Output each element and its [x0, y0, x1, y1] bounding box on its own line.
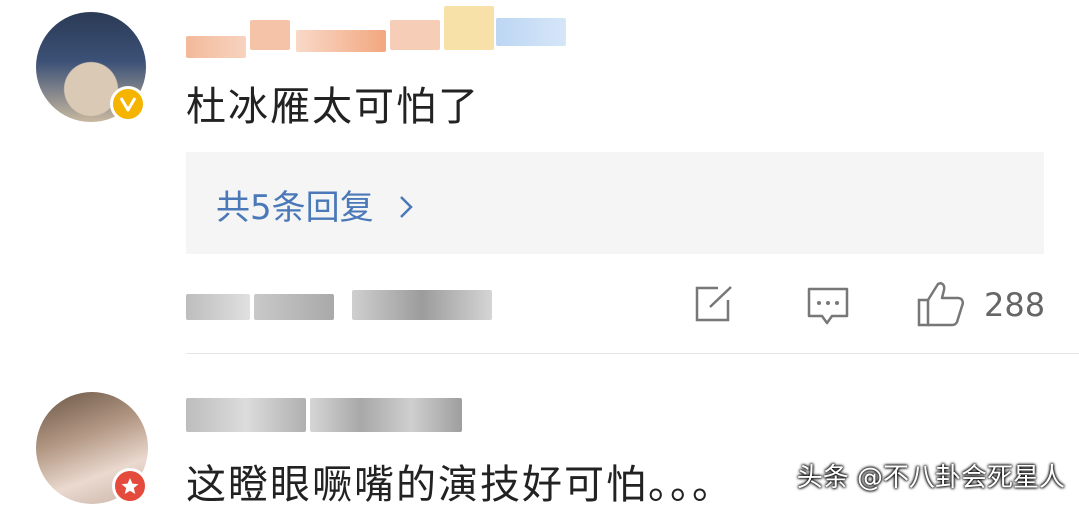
chevron-right-icon	[398, 190, 414, 230]
view-replies-label: 共5条回复	[216, 188, 374, 228]
thumbs-up-icon[interactable]	[916, 280, 966, 332]
watermark: 头条 @不八卦会死星人	[796, 463, 1065, 493]
share-icon[interactable]	[692, 284, 736, 328]
like-count: 288	[984, 286, 1046, 324]
verified-v-icon	[110, 86, 146, 122]
divider	[186, 353, 1079, 354]
comment-text: 杜冰雁太可怕了	[186, 84, 480, 130]
star-badge-icon	[112, 468, 148, 504]
view-replies-link[interactable]: 共5条回复	[216, 180, 414, 230]
comment-text: 这瞪眼噘嘴的演技好可怕。。。	[186, 462, 734, 508]
comment-icon[interactable]	[806, 286, 850, 332]
